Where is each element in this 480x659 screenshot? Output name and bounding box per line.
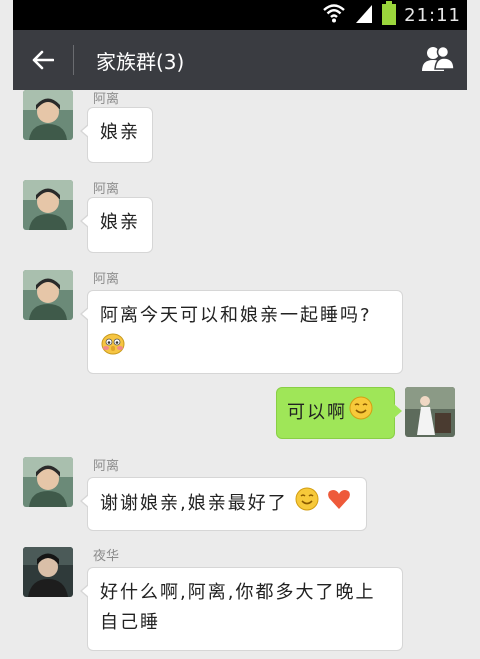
chat-title: 家族群(3) [96, 49, 185, 74]
avatar-ali[interactable] [23, 270, 73, 320]
status-bar: 21:11 [13, 0, 467, 30]
wifi-icon [322, 3, 346, 27]
smile-emoji [295, 487, 319, 521]
message-bubble[interactable]: 谢谢娘亲,娘亲最好了 [80, 477, 367, 531]
message-text-line: 自己睡 [100, 612, 160, 633]
sender-name: 夜华 [93, 549, 120, 564]
avatar-yehua[interactable] [23, 547, 73, 597]
status-time: 21:11 [404, 4, 461, 26]
header-divider [73, 45, 74, 75]
message-bubble[interactable]: 娘亲 [80, 197, 153, 253]
sender-name: 阿离 [93, 182, 120, 197]
message-text: 娘亲 [100, 122, 140, 143]
group-members-icon [422, 45, 455, 71]
message-text: 娘亲 [100, 212, 140, 233]
sender-name: 阿离 [93, 92, 120, 107]
avatar-ali[interactable] [23, 90, 73, 140]
shy-emoji [100, 331, 126, 365]
avatar-ali[interactable] [23, 457, 73, 507]
avatar-ali[interactable] [23, 180, 73, 230]
chat-header: 家族群(3) [13, 30, 467, 90]
group-members-button[interactable] [421, 44, 455, 78]
message-text-line: 好什么啊,阿离,你都多大了晚上 [100, 582, 376, 603]
battery-icon [382, 1, 397, 29]
heart-emoji [327, 488, 351, 520]
back-button[interactable] [13, 30, 73, 90]
message-text: 阿离今天可以和娘亲一起睡吗? [100, 305, 372, 326]
message-text: 可以啊 [287, 402, 347, 423]
signal-icon [354, 3, 374, 27]
avatar-self[interactable] [405, 387, 455, 437]
smile-emoji [349, 396, 373, 430]
sender-name: 阿离 [93, 272, 120, 287]
chat-screen: 21:11 家族群(3) 阿离 娘亲 阿离 娘亲 阿离 阿离今天可以和娘亲一起睡… [13, 0, 467, 659]
sender-name: 阿离 [93, 459, 120, 474]
message-text: 谢谢娘亲,娘亲最好了 [100, 493, 288, 514]
message-bubble[interactable]: 好什么啊,阿离,你都多大了晚上 自己睡 [80, 567, 403, 651]
message-bubble[interactable]: 娘亲 [80, 107, 153, 163]
message-bubble[interactable]: 阿离今天可以和娘亲一起睡吗? [80, 290, 403, 374]
message-bubble[interactable]: 可以啊 [276, 387, 402, 439]
message-list[interactable]: 阿离 娘亲 阿离 娘亲 阿离 阿离今天可以和娘亲一起睡吗? 可以啊 阿离 谢谢娘… [13, 90, 467, 659]
back-arrow-icon [32, 50, 54, 70]
